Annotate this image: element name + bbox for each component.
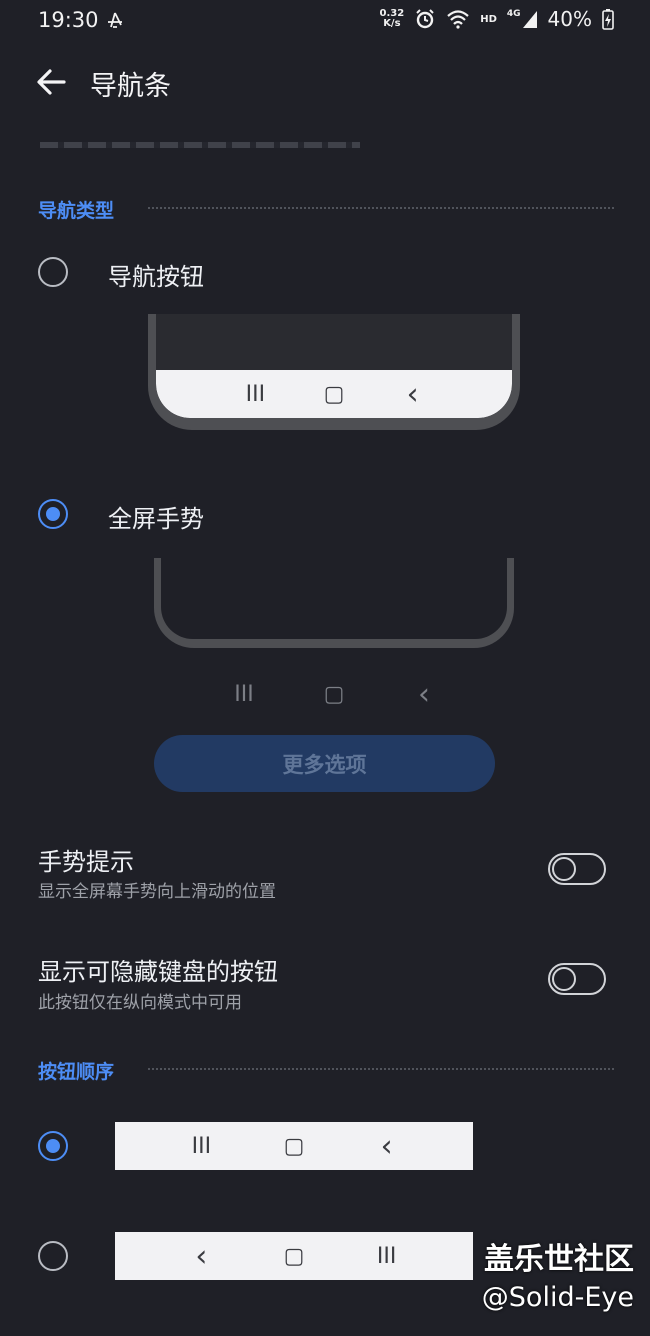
nav-buttons-preview[interactable]: III ▢ ‹ [148,314,520,430]
home-icon: ▢ [323,681,345,707]
back-icon: ‹ [406,376,419,412]
recents-icon: III [191,1133,212,1159]
section-divider [148,1068,614,1070]
battery-level: 40% [547,7,592,31]
section-title-button-order: 按钮顺序 [38,1061,115,1083]
gesture-hint-subtitle: 显示全屏幕手势向上滑动的位置 [38,882,276,902]
option-label-full-screen-gestures[interactable]: 全屏手势 [108,499,204,534]
gestures-preview-nav-hint: III ▢ ‹ [154,676,514,712]
radio-nav-buttons[interactable] [38,257,68,287]
radio-order-recents-home-back[interactable] [38,1131,68,1161]
network-speed: 0.32 K/s [379,8,405,29]
gestures-preview[interactable] [154,558,514,648]
more-options-button[interactable]: 更多选项 [154,735,495,792]
alarm-icon [416,9,434,29]
option-label-nav-buttons[interactable]: 导航按钮 [108,257,204,292]
keyboard-button-toggle[interactable] [548,963,606,995]
keyboard-button-subtitle: 此按钮仅在纵向模式中可用 [38,993,242,1013]
section-title-nav-type: 导航类型 [38,200,115,222]
recents-icon: III [376,1243,397,1269]
home-icon: ▢ [323,381,345,407]
signal-icon: 4G [507,9,538,29]
home-icon: ▢ [283,1243,305,1269]
back-icon: ‹ [418,676,430,712]
hd-label: HD [480,13,497,25]
page-title: 导航条 [90,71,171,102]
status-icons: 0.32 K/s HD 4G 40% [380,7,614,31]
back-icon: ‹ [380,1128,393,1164]
network-type: 4G [506,9,521,19]
watermark-community: 盖乐世社区 [484,1242,634,1277]
watermark-handle: @Solid-Eye [481,1282,634,1313]
battery-charging-icon [602,9,614,30]
section-divider [148,207,614,209]
home-icon: ▢ [283,1133,305,1159]
radio-order-back-home-recents[interactable] [38,1241,68,1271]
back-arrow-icon[interactable] [34,62,68,102]
scrolled-text-fragment [40,142,360,148]
recents-icon: III [234,681,254,707]
order-preview-recents-home-back[interactable]: III ▢ ‹ [115,1122,473,1170]
radio-full-screen-gestures[interactable] [38,499,68,529]
back-icon: ‹ [195,1238,208,1274]
keyboard-button-title[interactable]: 显示可隐藏键盘的按钮 [38,952,278,987]
status-time: 19:30 [38,8,99,32]
gesture-hint-title[interactable]: 手势提示 [38,842,134,877]
wifi-icon [447,10,469,29]
recents-icon: III [245,381,266,407]
gesture-hint-toggle[interactable] [548,853,606,885]
order-preview-back-home-recents[interactable]: ‹ ▢ III [115,1232,473,1280]
notification-icon [108,12,122,28]
